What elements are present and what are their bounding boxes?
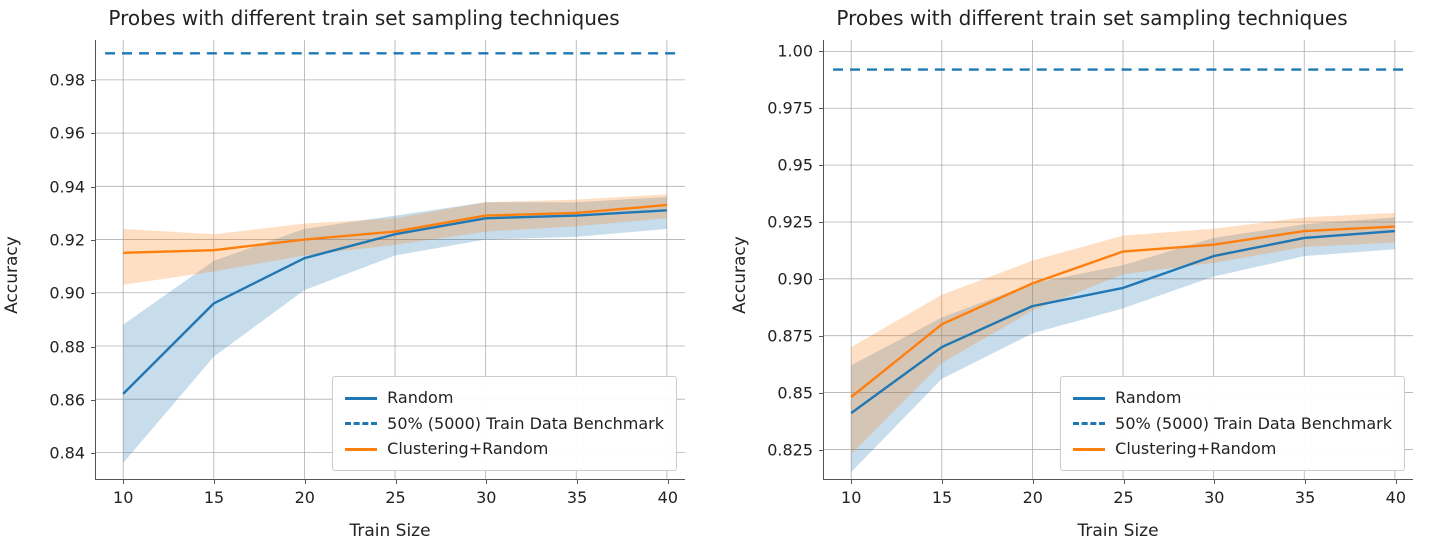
- legend-swatch: [345, 397, 377, 400]
- y-tick-label: 0.86: [25, 391, 85, 410]
- legend: Random50% (5000) Train Data BenchmarkClu…: [332, 376, 677, 471]
- y-tick-label: 0.92: [25, 231, 85, 250]
- chart-title: Probes with different train set sampling…: [728, 6, 1456, 30]
- x-tick-label: 10: [841, 488, 861, 507]
- x-tick-label: 40: [1386, 488, 1406, 507]
- y-tick-label: 0.875: [753, 327, 813, 346]
- legend-label: Random: [387, 385, 453, 411]
- plot-area: 0.840.860.880.900.920.940.960.9810152025…: [95, 40, 685, 480]
- legend-label: Clustering+Random: [1115, 436, 1276, 462]
- x-axis-label: Train Size: [823, 521, 1413, 541]
- legend-entry: 50% (5000) Train Data Benchmark: [1073, 411, 1392, 437]
- legend-label: Random: [1115, 385, 1181, 411]
- y-tick-label: 0.825: [753, 441, 813, 460]
- x-tick-label: 30: [1204, 488, 1224, 507]
- legend-entry: 50% (5000) Train Data Benchmark: [345, 411, 664, 437]
- x-axis-label: Train Size: [95, 521, 685, 541]
- left-panel: Probes with different train set sampling…: [0, 0, 728, 549]
- chart-title: Probes with different train set sampling…: [0, 6, 728, 30]
- x-tick-label: 20: [295, 488, 315, 507]
- y-tick-label: 0.95: [753, 156, 813, 175]
- y-tick-label: 0.925: [753, 213, 813, 232]
- legend-swatch: [1073, 397, 1105, 400]
- x-tick-label: 15: [204, 488, 224, 507]
- legend-swatch: [1073, 448, 1105, 451]
- right-panel: Probes with different train set sampling…: [728, 0, 1456, 549]
- y-tick-label: 0.94: [25, 177, 85, 196]
- y-tick-label: 0.84: [25, 444, 85, 463]
- y-tick-label: 0.96: [25, 124, 85, 143]
- legend-entry: Random: [1073, 385, 1392, 411]
- y-axis-label: Accuracy: [730, 236, 750, 314]
- x-tick-label: 10: [113, 488, 133, 507]
- x-tick-label: 15: [932, 488, 952, 507]
- legend-swatch: [1073, 422, 1105, 425]
- legend-swatch: [345, 422, 377, 425]
- legend-entry: Clustering+Random: [1073, 436, 1392, 462]
- x-tick-label: 20: [1023, 488, 1043, 507]
- legend-label: 50% (5000) Train Data Benchmark: [1115, 411, 1392, 437]
- x-tick-label: 40: [658, 488, 678, 507]
- x-tick-label: 30: [476, 488, 496, 507]
- y-tick-label: 0.90: [753, 270, 813, 289]
- x-tick-label: 25: [1113, 488, 1133, 507]
- y-tick-label: 0.90: [25, 284, 85, 303]
- plot-area: 0.8250.850.8750.900.9250.950.9751.001015…: [823, 40, 1413, 480]
- legend-label: 50% (5000) Train Data Benchmark: [387, 411, 664, 437]
- x-tick-label: 35: [567, 488, 587, 507]
- legend-swatch: [345, 448, 377, 451]
- y-axis-label: Accuracy: [2, 236, 22, 314]
- x-tick-label: 25: [385, 488, 405, 507]
- y-tick-label: 0.98: [25, 71, 85, 90]
- legend-label: Clustering+Random: [387, 436, 548, 462]
- y-tick-label: 0.975: [753, 99, 813, 118]
- figure: Probes with different train set sampling…: [0, 0, 1456, 549]
- y-tick-label: 0.88: [25, 337, 85, 356]
- y-tick-label: 1.00: [753, 42, 813, 61]
- legend-entry: Clustering+Random: [345, 436, 664, 462]
- legend: Random50% (5000) Train Data BenchmarkClu…: [1060, 376, 1405, 471]
- x-tick-label: 35: [1295, 488, 1315, 507]
- y-tick-label: 0.85: [753, 384, 813, 403]
- legend-entry: Random: [345, 385, 664, 411]
